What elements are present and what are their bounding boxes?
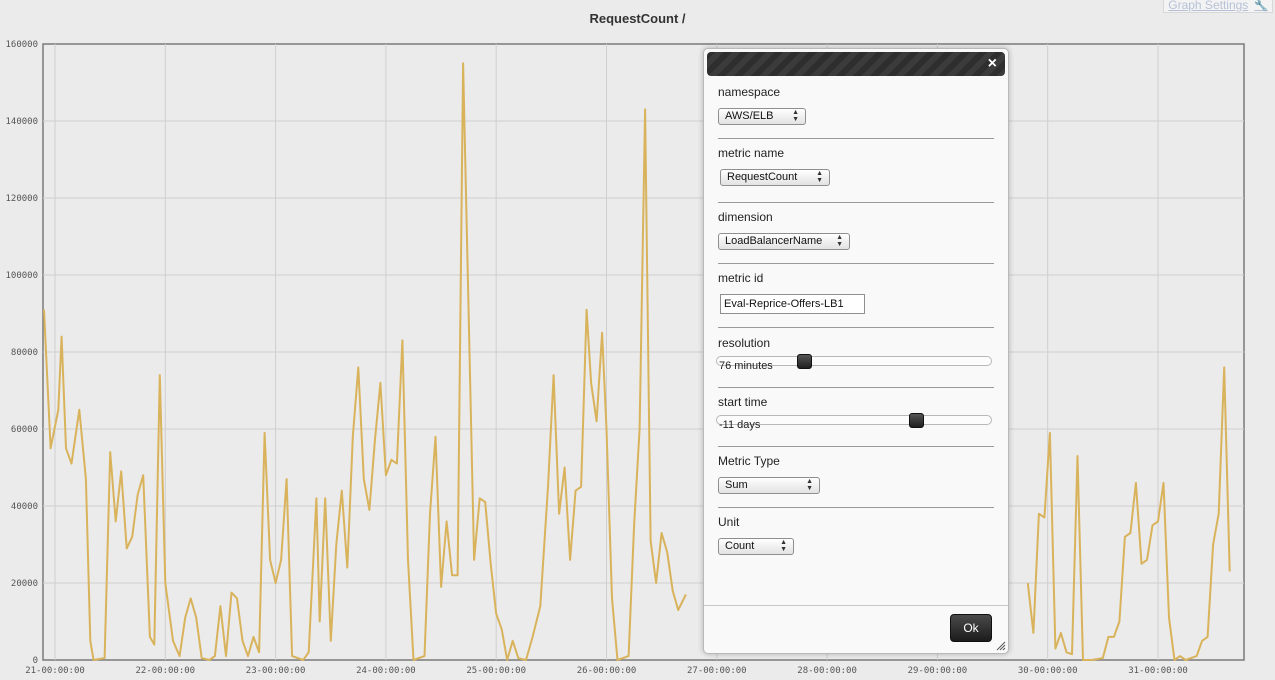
dimension-value: LoadBalancerName: [725, 235, 823, 247]
divider: [718, 446, 994, 447]
y-axis-ticks: 0 20000 40000 60000 80000 100000 120000 140000 1…: [5, 40, 38, 666]
metric-name-value: RequestCount: [727, 171, 798, 183]
metric-name-label: metric name: [718, 146, 785, 160]
x-tick-label: 31-00:00:00: [1128, 666, 1188, 676]
metric-type-value: Sum: [725, 479, 748, 491]
x-tick-label: 26-00:00:00: [577, 666, 637, 676]
y-tick-label: 140000: [5, 117, 38, 127]
x-tick-label: 29-00:00:00: [908, 666, 968, 676]
ok-button[interactable]: Ok: [950, 614, 992, 642]
x-tick-label: 25-00:00:00: [466, 666, 526, 676]
y-tick-label: 160000: [5, 40, 38, 50]
x-axis-ticks: 21-00:00:00 22-00:00:00 23-00:00:00 24-00:0…: [25, 666, 1188, 676]
dialog-titlebar[interactable]: ×: [707, 52, 1005, 76]
resize-grip-icon[interactable]: [996, 641, 1006, 651]
request-count-chart: 0 20000 40000 60000 80000 100000 120000 140000 1…: [5, 40, 1245, 676]
y-tick-label: 120000: [5, 194, 38, 204]
divider: [718, 327, 994, 328]
divider: [718, 202, 994, 203]
namespace-select[interactable]: AWS/ELB ▲ ▼: [718, 108, 806, 125]
y-tick-label: 0: [33, 656, 38, 666]
x-tick-label: 21-00:00:00: [25, 666, 85, 676]
resolution-slider-handle[interactable]: [796, 354, 812, 369]
namespace-value: AWS/ELB: [725, 110, 774, 122]
start-time-slider-handle[interactable]: [909, 413, 925, 428]
dimension-label: dimension: [718, 210, 773, 224]
dimension-select[interactable]: LoadBalancerName ▲ ▼: [718, 233, 850, 250]
y-tick-label: 20000: [11, 579, 38, 589]
y-tick-label: 80000: [11, 348, 38, 358]
divider: [718, 138, 994, 139]
x-tick-label: 24-00:00:00: [356, 666, 416, 676]
resolution-value: 76 minutes: [719, 360, 773, 372]
y-tick-label: 40000: [11, 502, 38, 512]
unit-select[interactable]: Count ▲ ▼: [718, 538, 794, 555]
x-tick-label: 30-00:00:00: [1018, 666, 1078, 676]
select-arrows-icon: ▲ ▼: [780, 539, 787, 553]
y-tick-label: 60000: [11, 425, 38, 435]
y-tick-label: 100000: [5, 271, 38, 281]
namespace-label: namespace: [718, 85, 781, 99]
metric-id-input[interactable]: [720, 294, 865, 314]
x-tick-label: 22-00:00:00: [135, 666, 195, 676]
select-arrows-icon: ▲ ▼: [816, 170, 823, 184]
x-tick-label: 28-00:00:00: [797, 666, 857, 676]
divider: [718, 263, 994, 264]
select-arrows-icon: ▲ ▼: [806, 478, 813, 492]
x-tick-label: 23-00:00:00: [246, 666, 306, 676]
dialog-footer-divider: [704, 605, 1008, 606]
metric-id-label: metric id: [718, 271, 764, 285]
select-arrows-icon: ▲ ▼: [792, 109, 799, 123]
resolution-label: resolution: [718, 336, 771, 350]
metric-type-select[interactable]: Sum ▲ ▼: [718, 477, 820, 494]
select-arrows-icon: ▲ ▼: [836, 234, 843, 248]
unit-label: Unit: [718, 515, 740, 529]
metric-settings-dialog: × namespace AWS/ELB ▲ ▼ metric name Reque…: [703, 48, 1009, 654]
divider: [718, 387, 994, 388]
metric-type-label: Metric Type: [718, 454, 780, 468]
close-icon[interactable]: ×: [988, 54, 997, 74]
start-time-label: start time: [718, 395, 768, 409]
unit-value: Count: [725, 540, 755, 552]
x-tick-label: 27-00:00:00: [687, 666, 747, 676]
metric-name-select[interactable]: RequestCount ▲ ▼: [720, 169, 830, 186]
start-time-value: -11 days: [719, 419, 761, 431]
divider: [718, 507, 994, 508]
